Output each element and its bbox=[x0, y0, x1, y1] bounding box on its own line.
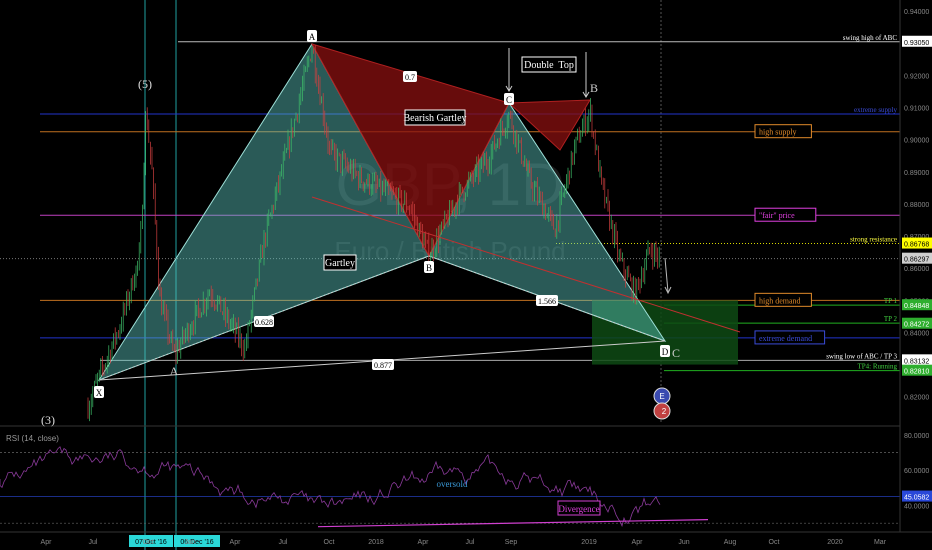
price-tick-label: 0.89000 bbox=[904, 170, 929, 177]
level-label: extreme supply bbox=[854, 106, 897, 114]
price-tick-label: 0.90000 bbox=[904, 138, 929, 145]
level-label: TP4: Running bbox=[858, 363, 898, 371]
point-label-c[interactable]: C bbox=[504, 93, 514, 105]
level-label: swing high of ABC bbox=[843, 34, 898, 42]
price-tick-label: 0.84000 bbox=[904, 330, 929, 337]
rsi-tick-label: 60.0000 bbox=[904, 468, 929, 475]
chart-canvas: GBP, 1D Euro / British Pound swing high … bbox=[0, 0, 932, 550]
ratio-label-xd[interactable]: 0.877 bbox=[372, 359, 394, 370]
time-tick-label: Sep bbox=[505, 539, 518, 546]
price-badge-label: 0.93050 bbox=[904, 40, 929, 47]
point-label-d-text: D bbox=[662, 347, 669, 357]
ratio-label-bd-text: 1.566 bbox=[538, 297, 556, 306]
double-top-label-text: Double Top bbox=[524, 60, 574, 71]
pattern-label-gartley[interactable]: Gartley bbox=[323, 254, 357, 271]
point-label-b[interactable]: B bbox=[424, 261, 434, 273]
time-tick-label: Oct bbox=[324, 539, 335, 546]
time-tick-label: Apr bbox=[230, 539, 242, 546]
pattern-label-gartley-text: Gartley bbox=[325, 258, 355, 269]
event-badge-count[interactable]: 2 bbox=[653, 402, 671, 420]
rsi-title: RSI (14, close) bbox=[6, 434, 59, 443]
level-label: high demand bbox=[759, 296, 801, 305]
price-badge-label: 0.86297 bbox=[904, 257, 929, 264]
ratio-label-ab[interactable]: 0.7 bbox=[403, 71, 417, 82]
pattern-label-bearish-gartley[interactable]: Bearish Gartley bbox=[403, 109, 467, 126]
price-badge-label: 0.82810 bbox=[904, 369, 929, 376]
price-badge-label: 0.84848 bbox=[904, 303, 929, 310]
ratio-label-xd-text: 0.877 bbox=[374, 361, 392, 370]
time-tick-label: Jul bbox=[466, 539, 475, 546]
wave-label-a: A bbox=[170, 364, 179, 378]
price-badge-label: 0.84272 bbox=[904, 322, 929, 329]
point-label-a[interactable]: A bbox=[307, 30, 317, 42]
point-label-x[interactable]: X bbox=[94, 386, 104, 398]
price-badge-label: 0.86768 bbox=[904, 242, 929, 249]
pattern-label-bearish-gartley-text: Bearish Gartley bbox=[403, 113, 466, 124]
rsi-divergence-label[interactable]: Divergence bbox=[557, 500, 601, 516]
price-tick-label: 0.91000 bbox=[904, 106, 929, 113]
time-tick-label: 2020 bbox=[827, 539, 843, 546]
double-top-label[interactable]: Double Top bbox=[521, 56, 577, 73]
wave-label-b: B bbox=[590, 81, 598, 95]
time-tick-label: Apr bbox=[632, 539, 644, 546]
time-tick-label: Jan bbox=[184, 539, 195, 546]
level-label: TP 2 bbox=[884, 315, 898, 323]
level-label: "fair" price bbox=[759, 211, 795, 220]
price-tick-label: 0.92000 bbox=[904, 73, 929, 80]
ratio-label-bd[interactable]: 1.566 bbox=[536, 295, 558, 306]
event-badge-earnings[interactable]: E bbox=[653, 387, 671, 405]
time-tick-label: Apr bbox=[41, 539, 53, 546]
chart-stage: GBP, 1D Euro / British Pound swing high … bbox=[0, 0, 932, 550]
wave-label-3: (3) bbox=[41, 413, 55, 427]
rsi-tick-label: 80.0000 bbox=[904, 433, 929, 440]
time-tick-label: Jul bbox=[279, 539, 288, 546]
time-tick-label: Oct bbox=[769, 539, 780, 546]
rsi-oversold-label: oversold bbox=[437, 479, 468, 489]
level-label: TP 1 bbox=[884, 297, 898, 305]
event-badge-earnings-text: E bbox=[659, 392, 664, 401]
price-tick-label: 0.86000 bbox=[904, 266, 929, 273]
rsi-value-label: 45.0582 bbox=[904, 495, 929, 502]
point-label-b-text: B bbox=[426, 263, 432, 273]
rsi-panel bbox=[0, 425, 932, 528]
time-tick-label: 2018 bbox=[368, 539, 384, 546]
level-label: extreme demand bbox=[759, 334, 812, 343]
ratio-label-xb[interactable]: 0.628 bbox=[254, 316, 274, 327]
point-label-d[interactable]: D bbox=[660, 345, 670, 357]
point-label-x-text: X bbox=[96, 388, 103, 398]
wave-label-c: C bbox=[672, 346, 680, 360]
rsi-tick-label: 40.0000 bbox=[904, 504, 929, 511]
level-label: high supply bbox=[759, 128, 797, 137]
time-tick-label: Jun bbox=[678, 539, 689, 546]
price-tick-label: 0.94000 bbox=[904, 9, 929, 16]
price-tick-label: 0.82000 bbox=[904, 395, 929, 402]
price-badge-label: 0.83132 bbox=[904, 358, 929, 365]
point-label-a-text: A bbox=[309, 32, 316, 42]
time-tick-label: 2019 bbox=[581, 539, 597, 546]
ratio-label-xb-text: 0.628 bbox=[255, 318, 273, 327]
point-label-c-text: C bbox=[506, 95, 512, 105]
wave-label-5: (5) bbox=[138, 77, 152, 91]
time-tick-label: Mar bbox=[874, 539, 887, 546]
time-badge-end[interactable]: 06 Dec '16 bbox=[174, 535, 220, 547]
event-badge-count-text: 2 bbox=[662, 407, 667, 416]
price-tick-label: 0.88000 bbox=[904, 202, 929, 209]
rsi-divergence-label-text: Divergence bbox=[558, 504, 599, 514]
level-label: strong resistance bbox=[850, 235, 897, 243]
time-tick-label: Apr bbox=[418, 539, 430, 546]
level-label: swing low of ABC / TP 3 bbox=[826, 352, 897, 360]
time-tick-label: Jul bbox=[89, 539, 98, 546]
time-tick-label: Aug bbox=[724, 539, 737, 546]
time-tick-label: Oct bbox=[143, 539, 154, 546]
ratio-label-ab-text: 0.7 bbox=[405, 73, 415, 82]
